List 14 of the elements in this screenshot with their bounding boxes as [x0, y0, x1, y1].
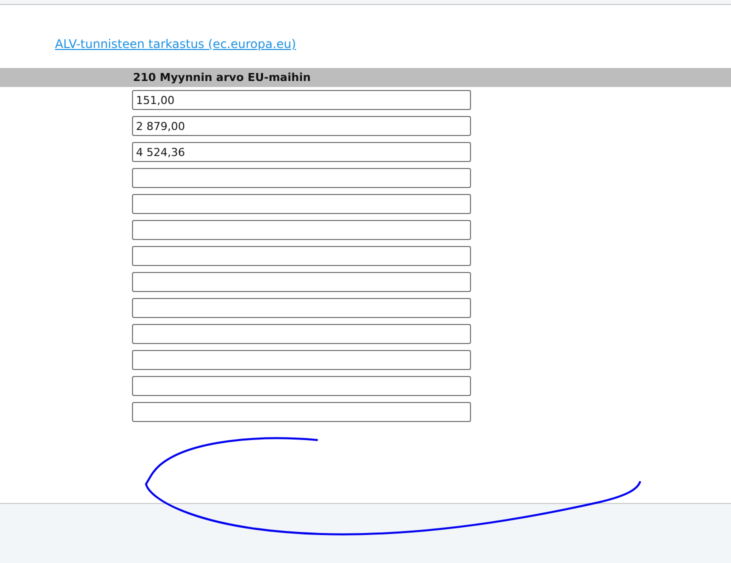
input-field[interactable]: 151,00	[132, 90, 471, 110]
input-field[interactable]	[132, 220, 471, 240]
input-field[interactable]	[132, 272, 471, 292]
input-field[interactable]	[132, 298, 471, 318]
input-field[interactable]	[132, 324, 471, 344]
input-field[interactable]	[132, 350, 471, 370]
input-field[interactable]	[132, 376, 471, 396]
input-field[interactable]	[132, 194, 471, 214]
input-field[interactable]: 2 879,00	[132, 116, 471, 136]
input-field[interactable]	[132, 168, 471, 188]
input-field[interactable]	[132, 402, 471, 422]
section-heading: 210 Myynnin arvo EU-maihin	[133, 71, 311, 84]
input-field[interactable]	[132, 246, 471, 266]
input-field[interactable]: 4 524,36	[132, 142, 471, 162]
